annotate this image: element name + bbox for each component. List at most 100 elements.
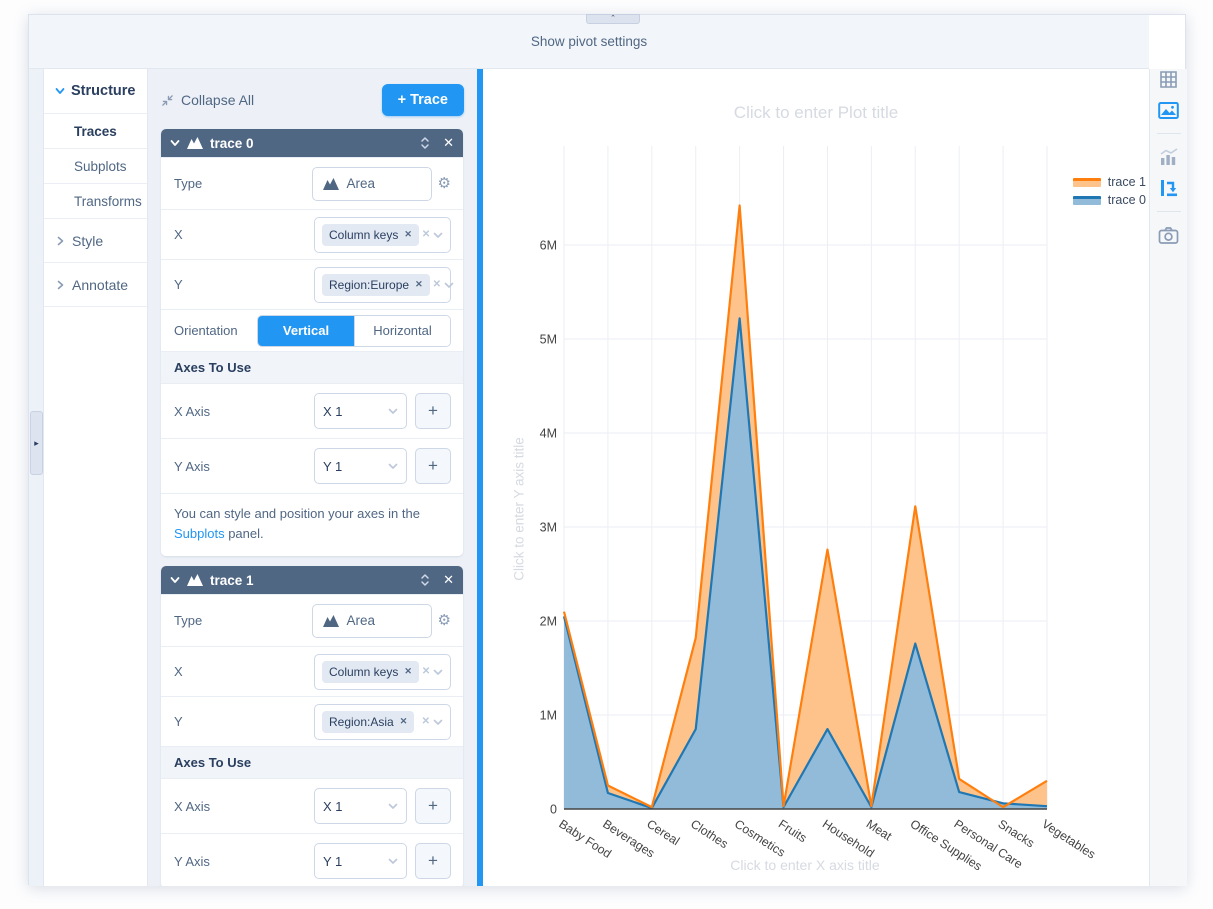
svg-text:4M: 4M (540, 427, 557, 441)
chip-close-icon[interactable]: ✕ (415, 279, 423, 290)
y-chip: Region:Europe✕ (322, 274, 430, 296)
axes-note: You can style and position your axes in … (161, 493, 463, 556)
svg-text:Vegetables: Vegetables (1039, 817, 1098, 862)
add-trace-button[interactable]: + Trace (382, 84, 464, 116)
axes-to-use-header: Axes To Use (161, 746, 463, 778)
chevron-down-icon[interactable] (433, 717, 443, 727)
y-row: Y Region:Europe✕ ✕ (161, 259, 463, 309)
chevron-down-icon[interactable] (433, 667, 443, 677)
toolbar-divider (1157, 133, 1181, 134)
x-row: X Column keys✕ ✕ (161, 209, 463, 259)
svg-text:Fruits: Fruits (776, 817, 809, 845)
reorder-icon[interactable] (420, 136, 430, 150)
y-data-select[interactable]: Region:Europe✕ ✕ (314, 267, 451, 303)
trace-1-header[interactable]: trace 1 ✕ (161, 566, 463, 594)
clear-icon[interactable]: ✕ (430, 279, 444, 290)
x-axis-title-placeholder[interactable]: Click to enter X axis title (730, 857, 879, 873)
x-axis-select[interactable]: X 1 (314, 788, 407, 824)
svg-text:Meat: Meat (864, 817, 895, 844)
chevron-down-icon (170, 575, 180, 585)
y-axis-row: Y Axis Y 1 + (161, 833, 463, 886)
pivot-toggle-tab[interactable]: ⌃ (586, 14, 640, 24)
legend-swatch (1073, 178, 1101, 187)
gear-icon[interactable]: ⚙ (438, 176, 451, 191)
plot-area[interactable]: 01M2M3M4M5M6MBaby FoodBeveragesCerealClo… (483, 69, 1149, 886)
svg-text:5M: 5M (540, 333, 557, 347)
area-chart-icon (187, 574, 203, 586)
x-data-select[interactable]: Column keys✕ ✕ (314, 654, 451, 690)
camera-icon[interactable] (1158, 224, 1180, 246)
tab-mark-icon: ⌃ (610, 16, 616, 22)
plot-title-placeholder[interactable]: Click to enter Plot title (734, 103, 898, 123)
chip-close-icon[interactable]: ✕ (400, 716, 408, 727)
svg-text:6M: 6M (540, 239, 557, 253)
svg-text:2M: 2M (540, 615, 557, 629)
area-chart: 01M2M3M4M5M6MBaby FoodBeveragesCerealClo… (483, 69, 1149, 886)
clear-icon[interactable]: ✕ (419, 229, 433, 240)
y-axis-select[interactable]: Y 1 (314, 448, 407, 484)
orientation-horizontal-button[interactable]: Horizontal (354, 316, 450, 346)
bar-chart-icon[interactable] (1158, 146, 1180, 168)
y-axis-title-placeholder[interactable]: Click to enter Y axis title (512, 437, 527, 581)
x-data-select[interactable]: Column keys✕ ✕ (314, 217, 451, 253)
chevron-down-icon (55, 86, 65, 96)
x-chip: Column keys✕ (322, 224, 419, 246)
add-y-axis-button[interactable]: + (415, 843, 451, 879)
trace-type-select[interactable]: Area (312, 604, 432, 638)
area-chart-icon (187, 137, 203, 149)
add-x-axis-button[interactable]: + (415, 393, 451, 429)
nav-annotate[interactable]: Annotate (44, 263, 147, 307)
close-icon[interactable]: ✕ (437, 572, 454, 588)
orientation-toggle: Vertical Horizontal (257, 315, 451, 347)
legend-item[interactable]: trace 1 (1073, 175, 1146, 189)
svg-text:1M: 1M (540, 709, 557, 723)
subplots-link[interactable]: Subplots (174, 526, 225, 541)
expand-arrow-icon: ▸ (34, 438, 39, 449)
y-row: Y Region:Asia✕ ✕ (161, 696, 463, 746)
reorder-icon[interactable] (420, 573, 430, 587)
clear-icon[interactable]: ✕ (419, 716, 433, 727)
add-x-axis-button[interactable]: + (415, 788, 451, 824)
legend-item[interactable]: trace 0 (1073, 193, 1146, 207)
nav-style[interactable]: Style (44, 219, 147, 263)
trace-0-header[interactable]: trace 0 ✕ (161, 129, 463, 157)
chip-close-icon[interactable]: ✕ (404, 229, 412, 240)
nav-subplots[interactable]: Subplots (44, 149, 147, 184)
trace-title: trace 0 (210, 136, 413, 151)
right-toolbar: SQL (1149, 69, 1187, 886)
x-axis-row: X Axis X 1 + (161, 778, 463, 833)
svg-text:3M: 3M (540, 521, 557, 535)
image-icon[interactable] (1158, 99, 1180, 121)
chevron-down-icon[interactable] (444, 280, 454, 290)
collapse-icon (161, 94, 174, 107)
svg-text:0: 0 (550, 803, 557, 817)
pivot-icon[interactable] (1158, 177, 1180, 199)
type-row: Type Area ⚙ (161, 157, 463, 209)
panel-expand-handle[interactable]: ▸ (30, 411, 43, 475)
clear-icon[interactable]: ✕ (419, 666, 433, 677)
y-data-select[interactable]: Region:Asia✕ ✕ (314, 704, 451, 740)
chevron-down-icon (388, 461, 398, 471)
chevron-down-icon[interactable] (433, 230, 443, 240)
close-icon[interactable]: ✕ (437, 135, 454, 151)
collapse-all-button[interactable]: Collapse All (161, 92, 254, 108)
y-axis-select[interactable]: Y 1 (314, 843, 407, 879)
gear-icon[interactable]: ⚙ (438, 613, 451, 628)
table-icon[interactable] (1158, 69, 1180, 90)
x-row: X Column keys✕ ✕ (161, 646, 463, 696)
traces-panel: Collapse All + Trace trace 0 ✕ Type (148, 69, 477, 886)
left-collapse-strip: ▸ (29, 69, 44, 886)
app-window: Show pivot settings ⌃ ▸ Structure Traces… (28, 14, 1186, 885)
add-y-axis-button[interactable]: + (415, 448, 451, 484)
x-axis-select[interactable]: X 1 (314, 393, 407, 429)
nav-structure[interactable]: Structure (44, 69, 147, 114)
x-axis-row: X Axis X 1 + (161, 383, 463, 438)
orientation-vertical-button[interactable]: Vertical (258, 316, 354, 346)
trace-type-select[interactable]: Area (312, 167, 432, 201)
chip-close-icon[interactable]: ✕ (404, 666, 412, 677)
nav-traces[interactable]: Traces (44, 114, 147, 149)
nav-transforms[interactable]: Transforms (44, 184, 147, 219)
chart-legend: trace 1 trace 0 (1073, 175, 1146, 207)
area-chart-icon (323, 178, 339, 190)
show-pivot-settings-label[interactable]: Show pivot settings (531, 34, 647, 49)
